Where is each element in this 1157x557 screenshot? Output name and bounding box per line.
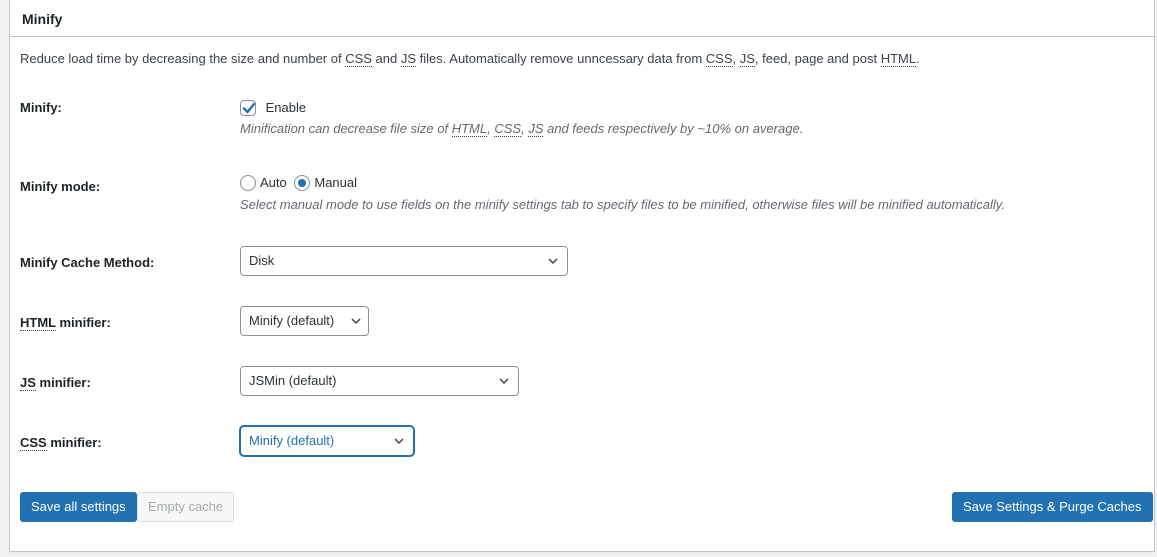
radio-manual-button[interactable] <box>294 174 311 191</box>
checkbox[interactable] <box>240 99 256 116</box>
radio-manual[interactable]: Manual <box>294 174 361 191</box>
cache-method-label: Minify Cache Method: <box>20 255 155 270</box>
abbr-js: JS <box>528 120 544 137</box>
minify-panel: Minify Reduce load time by decreasing th… <box>9 0 1155 552</box>
abbr-js: JS <box>400 51 417 67</box>
intro-text-part: and <box>371 51 401 66</box>
panel-title: Minify <box>22 11 63 27</box>
css-minifier-label: CSS minifier: <box>20 435 102 451</box>
abbr-html: HTML <box>880 51 917 67</box>
minify-enable-checkbox[interactable]: Enable <box>240 99 310 116</box>
radio-auto-label: Auto <box>260 175 287 191</box>
intro-text-part: , feed, page and post <box>754 51 881 66</box>
chevron-down-icon <box>548 258 558 265</box>
intro-text-part: . <box>916 51 920 66</box>
checkmark-icon <box>242 102 256 113</box>
cache-method-select[interactable]: Disk <box>240 246 568 276</box>
label-text: minifier: <box>46 435 102 450</box>
js-minifier-value: JSMin (default) <box>249 373 337 388</box>
html-minifier-value: Minify (default) <box>249 313 335 328</box>
css-minifier-select[interactable]: Minify (default) <box>240 426 414 456</box>
desc-part: and feeds respectively by ~10% on averag… <box>543 120 804 136</box>
js-minifier-select[interactable]: JSMin (default) <box>240 366 519 396</box>
radio-auto[interactable]: Auto <box>240 174 294 191</box>
save-all-settings-button[interactable]: Save all settings <box>20 492 137 522</box>
abbr-css: CSS <box>345 51 372 67</box>
html-minifier-label: HTML minifier: <box>20 315 111 331</box>
minify-mode-field: Auto Manual Select manual mode to use fi… <box>240 174 1005 212</box>
enable-label: Enable <box>265 100 307 116</box>
minify-description: Minification can decrease file size of H… <box>240 120 804 137</box>
radio-auto-button[interactable] <box>240 174 256 191</box>
abbr-html: HTML <box>20 315 56 331</box>
abbr-html: HTML <box>451 120 488 137</box>
minify-mode-label: Minify mode: <box>20 179 101 194</box>
html-minifier-select[interactable]: Minify (default) <box>240 306 369 336</box>
abbr-css: CSS <box>705 51 733 67</box>
css-minifier-value: Minify (default) <box>249 433 335 448</box>
chevron-down-icon <box>499 378 509 385</box>
intro-text: Reduce load time by decreasing the size … <box>20 51 920 67</box>
chevron-down-icon <box>351 318 361 325</box>
label-text: minifier: <box>35 375 91 390</box>
cache-method-value: Disk <box>249 253 275 268</box>
radio-manual-label: Manual <box>314 175 358 191</box>
abbr-js: JS <box>20 375 36 391</box>
panel-header: Minify <box>10 0 1154 37</box>
empty-cache-button[interactable]: Empty cache <box>137 492 235 522</box>
abbr-css: CSS <box>20 435 47 451</box>
intro-text-part: Reduce load time by decreasing the size … <box>20 51 346 66</box>
abbr-css: CSS <box>494 120 522 137</box>
minify-mode-description: Select manual mode to use fields on the … <box>240 196 1005 212</box>
abbr-js: JS <box>739 51 755 67</box>
intro-text-part: files. Automatically remove unncessary d… <box>416 51 706 66</box>
label-text: minifier: <box>55 315 111 330</box>
chevron-down-icon <box>394 438 404 445</box>
minify-field: Enable Minification can decrease file si… <box>240 99 804 137</box>
desc-part: Minification can decrease file size of <box>240 120 452 136</box>
intro-text-part: , <box>732 51 740 66</box>
js-minifier-label: JS minifier: <box>20 375 91 391</box>
minify-label: Minify: <box>20 100 62 115</box>
save-settings-purge-caches-button[interactable]: Save Settings & Purge Caches <box>952 492 1153 522</box>
